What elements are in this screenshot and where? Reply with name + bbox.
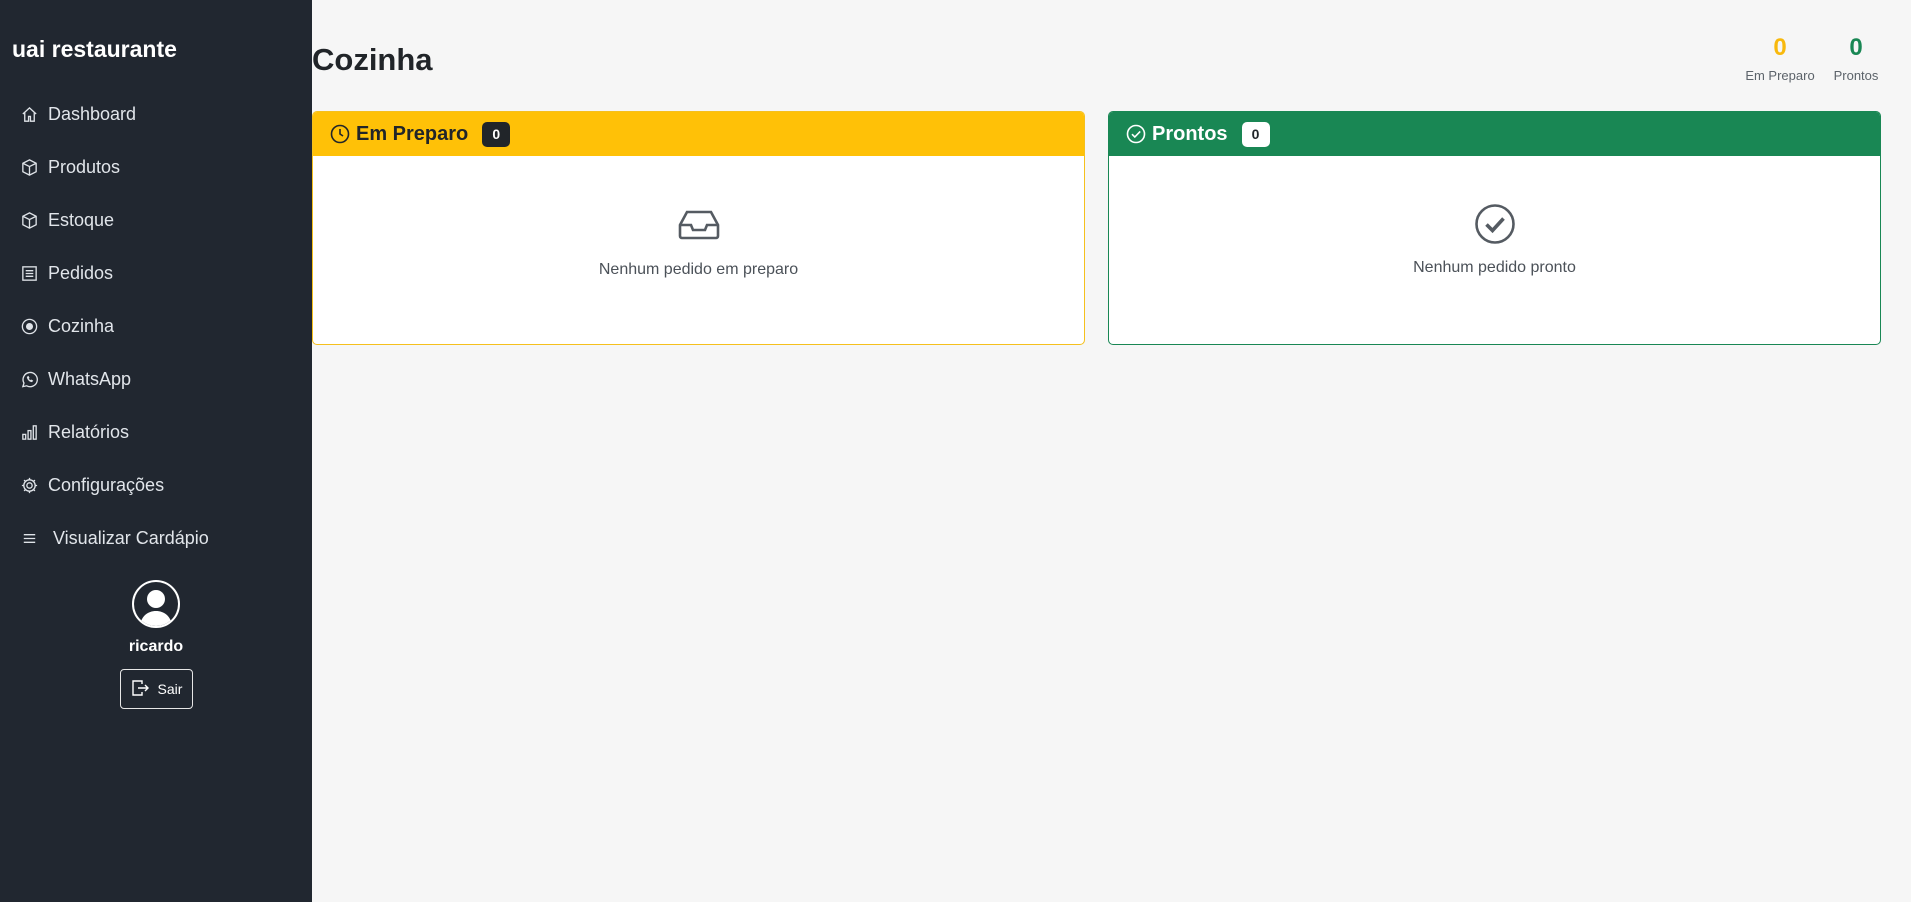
avatar bbox=[132, 580, 180, 628]
column-body: Nenhum pedido em preparo bbox=[313, 156, 1084, 279]
sidebar: uai restaurante Dashboard Produtos Estoq… bbox=[0, 0, 312, 902]
stat-prontos: 0 Prontos bbox=[1826, 34, 1886, 83]
sidebar-item-label: Cozinha bbox=[48, 316, 115, 336]
clock-icon bbox=[329, 123, 351, 145]
stat-value: 0 bbox=[1849, 34, 1863, 61]
username: ricardo bbox=[128, 638, 184, 655]
logout-label: Sair bbox=[157, 681, 183, 697]
check-circle-icon bbox=[1474, 204, 1515, 244]
house-icon bbox=[19, 105, 39, 125]
stat-em-preparo: 0 Em Preparo bbox=[1740, 34, 1820, 83]
person-icon bbox=[134, 582, 178, 626]
sidebar-nav: Dashboard Produtos Estoque Pedidos Cozin… bbox=[0, 88, 312, 565]
column-body: Nenhum pedido pronto bbox=[1109, 156, 1880, 277]
sidebar-item-whatsapp[interactable]: WhatsApp bbox=[0, 353, 312, 406]
gear-icon bbox=[19, 476, 39, 496]
brand-title: uai restaurante bbox=[12, 36, 177, 62]
check-circle-icon bbox=[1125, 123, 1147, 145]
sidebar-item-label: Produtos bbox=[48, 157, 121, 177]
sidebar-item-label: Estoque bbox=[48, 210, 115, 230]
box-icon bbox=[19, 158, 39, 178]
column-title: Em Preparo bbox=[356, 122, 469, 145]
sidebar-item-label: Visualizar Cardápio bbox=[53, 528, 209, 548]
empty-message: Nenhum pedido pronto bbox=[1413, 259, 1576, 276]
list-icon bbox=[19, 529, 39, 549]
stat-label: Em Preparo bbox=[1745, 68, 1815, 83]
column-title: Prontos bbox=[1152, 122, 1228, 145]
sidebar-item-pedidos[interactable]: Pedidos bbox=[0, 247, 312, 300]
box-icon bbox=[19, 211, 39, 231]
count-badge: 0 bbox=[482, 121, 511, 147]
page-title: Cozinha bbox=[312, 42, 433, 77]
column-header: Prontos 0 bbox=[1109, 112, 1880, 156]
cooking-icon bbox=[19, 317, 39, 337]
sidebar-item-cozinha[interactable]: Cozinha bbox=[0, 300, 312, 353]
logout-icon bbox=[130, 678, 150, 701]
sidebar-item-visualizar-cardapio[interactable]: Visualizar Cardápio bbox=[0, 512, 312, 565]
sidebar-item-label: Pedidos bbox=[48, 263, 114, 283]
bar-chart-icon bbox=[19, 423, 39, 443]
sidebar-item-label: Configurações bbox=[48, 475, 165, 495]
sidebar-item-relatorios[interactable]: Relatórios bbox=[0, 406, 312, 459]
em-preparo-column: Em Preparo 0 Nenhum pedido em preparo bbox=[312, 111, 1085, 345]
stat-value: 0 bbox=[1773, 34, 1787, 61]
sidebar-item-produtos[interactable]: Produtos bbox=[0, 141, 312, 194]
logout-button[interactable]: Sair bbox=[119, 669, 193, 709]
sidebar-item-estoque[interactable]: Estoque bbox=[0, 194, 312, 247]
empty-message: Nenhum pedido em preparo bbox=[598, 261, 799, 278]
inbox-icon bbox=[678, 210, 719, 240]
sidebar-item-label: Dashboard bbox=[48, 104, 137, 124]
user-panel: ricardo Sair bbox=[0, 580, 312, 709]
sidebar-item-label: Relatórios bbox=[48, 422, 130, 442]
whatsapp-icon bbox=[19, 370, 39, 390]
sidebar-item-configuracoes[interactable]: Configurações bbox=[0, 459, 312, 512]
sidebar-item-dashboard[interactable]: Dashboard bbox=[0, 88, 312, 141]
count-badge: 0 bbox=[1241, 121, 1270, 147]
receipt-icon bbox=[19, 264, 39, 284]
stat-label: Prontos bbox=[1833, 68, 1879, 83]
sidebar-item-label: WhatsApp bbox=[48, 369, 132, 389]
prontos-column: Prontos 0 Nenhum pedido pronto bbox=[1108, 111, 1881, 345]
column-header: Em Preparo 0 bbox=[313, 112, 1084, 156]
